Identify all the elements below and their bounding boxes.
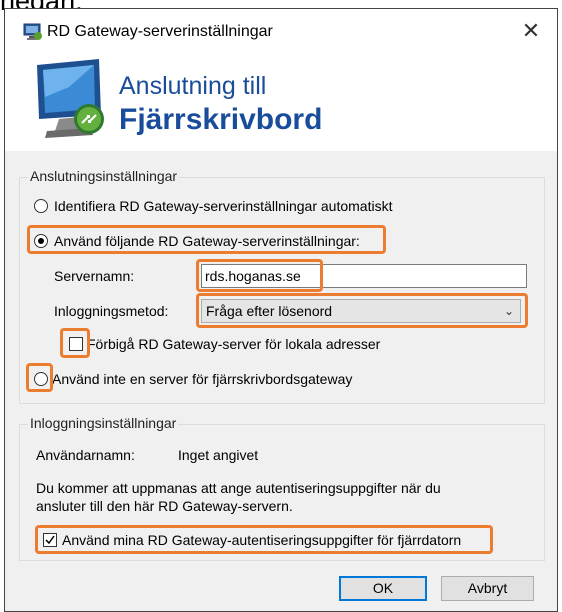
cancel-button[interactable]: Avbryt: [441, 576, 534, 601]
connection-settings-group: Anslutningsinställningar Identifiera RD …: [19, 168, 545, 404]
logon-method-value: Fråga efter lösenord: [206, 303, 333, 319]
radio-no-gateway-server-label[interactable]: Använd inte en server för fjärrskrivbord…: [52, 370, 352, 388]
info-text-line-2: ansluter till den här RD Gateway-servern…: [36, 498, 293, 514]
username-label: Användarnamn:: [36, 447, 135, 463]
radio-no-gateway-server[interactable]: [34, 372, 48, 386]
logon-settings-title: Inloggningsinställningar: [28, 415, 179, 431]
dialog-body: Anslutningsinställningar Identifiera RD …: [5, 151, 557, 611]
close-button[interactable]: ✕: [515, 17, 547, 45]
logon-method-label: Inloggningsmetod:: [54, 303, 169, 319]
bypass-local-label[interactable]: Förbigå RD Gateway-server för lokala adr…: [87, 335, 380, 353]
ok-button[interactable]: OK: [339, 576, 427, 601]
server-name-label: Servernamn:: [54, 268, 135, 284]
connection-settings-title: Anslutningsinställningar: [28, 168, 180, 184]
banner-title: Fjärrskrivbord: [119, 103, 323, 136]
title-bar: RD Gateway-serverinställningar ✕: [5, 9, 557, 53]
server-name-input[interactable]: rds.hoganas.se: [201, 264, 527, 288]
use-credentials-label[interactable]: Använd mina RD Gateway-autentiseringsupp…: [62, 531, 461, 549]
info-text-line-1: Du kommer att uppmanas att ange autentis…: [36, 480, 441, 496]
logon-settings-group: Inloggningsinställningar Användarnamn: I…: [19, 415, 545, 561]
close-icon: ✕: [521, 18, 541, 43]
chevron-down-icon: ⌄: [503, 304, 514, 318]
bypass-local-checkbox[interactable]: [69, 337, 83, 351]
window-title: RD Gateway-serverinställningar: [47, 23, 273, 40]
rd-gateway-dialog: RD Gateway-serverinställningar ✕ Anslutn…: [4, 8, 558, 612]
remote-desktop-icon: [23, 23, 42, 40]
remote-desktop-monitor-icon: [37, 59, 104, 138]
checkmark-icon: [45, 535, 55, 545]
banner-subtitle: Anslutning till: [119, 72, 267, 100]
username-value: Inget angivet: [178, 447, 259, 463]
radio-detect-automatically[interactable]: [34, 199, 48, 213]
header-banner: Anslutning till Fjärrskrivbord: [5, 53, 557, 152]
radio-use-following-settings-label[interactable]: Använd följande RD Gateway-serverinställ…: [54, 232, 360, 250]
use-credentials-checkbox[interactable]: [43, 533, 57, 547]
radio-use-following-settings[interactable]: [34, 234, 48, 248]
radio-detect-automatically-label[interactable]: Identifiera RD Gateway-serverinställning…: [54, 197, 392, 215]
logon-method-dropdown[interactable]: Fråga efter lösenord ⌄: [201, 299, 521, 323]
